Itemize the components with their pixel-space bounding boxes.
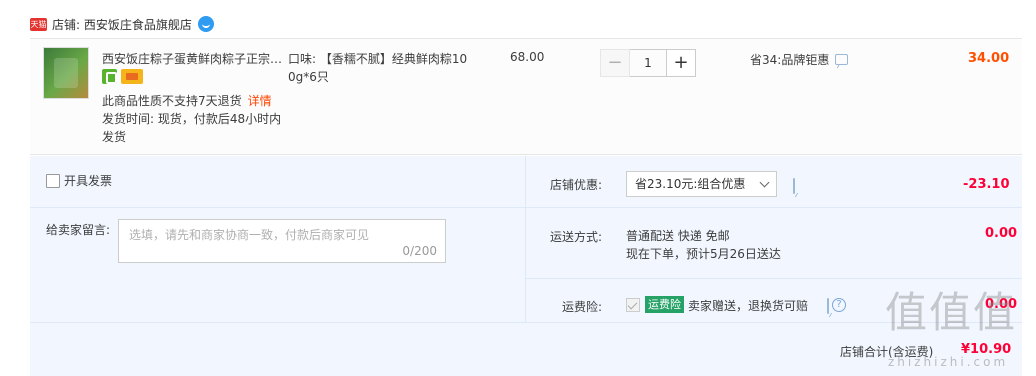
shop-discount-select[interactable]: 省23.10元:组合优惠 [626,171,777,197]
insurance-chat-icon[interactable] [827,298,829,314]
memo-placeholder: 选填，请先和商家协商一致，付款后商家可见 [129,228,370,242]
promotion-info-icon[interactable] [835,54,849,65]
insurance-tag: 运费险 [645,296,684,313]
guarantee-badge-icon[interactable] [102,69,117,84]
options-divider [526,207,1022,208]
site-watermark-url: zhizhizhi.com [888,355,1009,369]
shop-name-link[interactable]: 店铺: 西安饭庄食品旗舰店 [52,16,192,33]
detail-link[interactable]: 详情 [248,94,272,108]
decrease-quantity-button[interactable]: − [600,49,630,77]
invoice-option[interactable]: 开具发票 [46,172,112,189]
chevron-down-icon [759,177,770,188]
increase-quantity-button[interactable]: + [666,49,696,77]
no-refund-text: 此商品性质不支持7天退货 [102,94,242,108]
options-divider [526,278,1022,279]
service-badges [102,69,143,84]
insurance-text: 卖家赠送，退换货可赔 [688,299,809,313]
card-payment-badge-icon[interactable] [121,69,143,84]
shop-header: 天猫 店铺: 西安饭庄食品旗舰店 [30,13,214,35]
shop-discount-label: 店铺优惠: [550,178,603,192]
shipping-method-text: 普通配送 快递 免邮 [626,229,730,243]
options-divider [30,207,525,208]
quantity-stepper: − 1 + [600,49,696,77]
shipping-eta: 现在下单，预计5月26日送达 [626,247,781,261]
shop-discount-value: 省23.10元:组合优惠 [635,177,746,191]
shop-discount-amount: -23.10 [963,177,1010,192]
invoice-label: 开具发票 [64,174,113,188]
options-divider [525,156,526,322]
sku-info: 口味: 【香糯不腻】经典鲜肉粽100g*6只 [288,52,468,84]
item-subtotal: 34.00 [968,51,1010,66]
shipping-amount: 0.00 [985,226,1018,241]
item-promotion: 省34:品牌钜惠 [750,51,849,68]
shipping-method: 普通配送 快递 免邮 现在下单，预计5月26日送达 [626,227,781,263]
seller-memo-textarea[interactable]: 选填，请先和商家协商一致，付款后商家可见 0/200 [118,219,446,263]
discount-info-icon[interactable] [793,178,795,194]
ship-time: 发货时间: 现货，付款后48小时内发货 [102,112,282,144]
memo-char-count: 0/200 [402,244,437,258]
memo-label: 给卖家留言: [46,223,111,237]
product-title-link[interactable]: 西安饭庄粽子蛋黄鲜肉粽子正宗陕西特产 [102,50,284,67]
no-refund-notice: 此商品性质不支持7天退货 详情 [102,92,272,109]
wangwang-chat-icon[interactable] [197,16,214,32]
shipping-label: 运送方式: [550,230,603,244]
quantity-input[interactable]: 1 [630,49,666,77]
unit-price: 68.00 [510,50,545,64]
product-thumbnail[interactable] [43,47,89,99]
help-icon[interactable]: ? [832,298,846,312]
promotion-text: 省34:品牌钜惠 [750,53,830,67]
insurance-checkbox [626,298,640,312]
invoice-checkbox[interactable] [46,173,60,188]
site-watermark: 值值值 [885,288,1018,337]
tmall-badge: 天猫 [30,17,47,31]
insurance-label: 运费险: [562,300,603,314]
